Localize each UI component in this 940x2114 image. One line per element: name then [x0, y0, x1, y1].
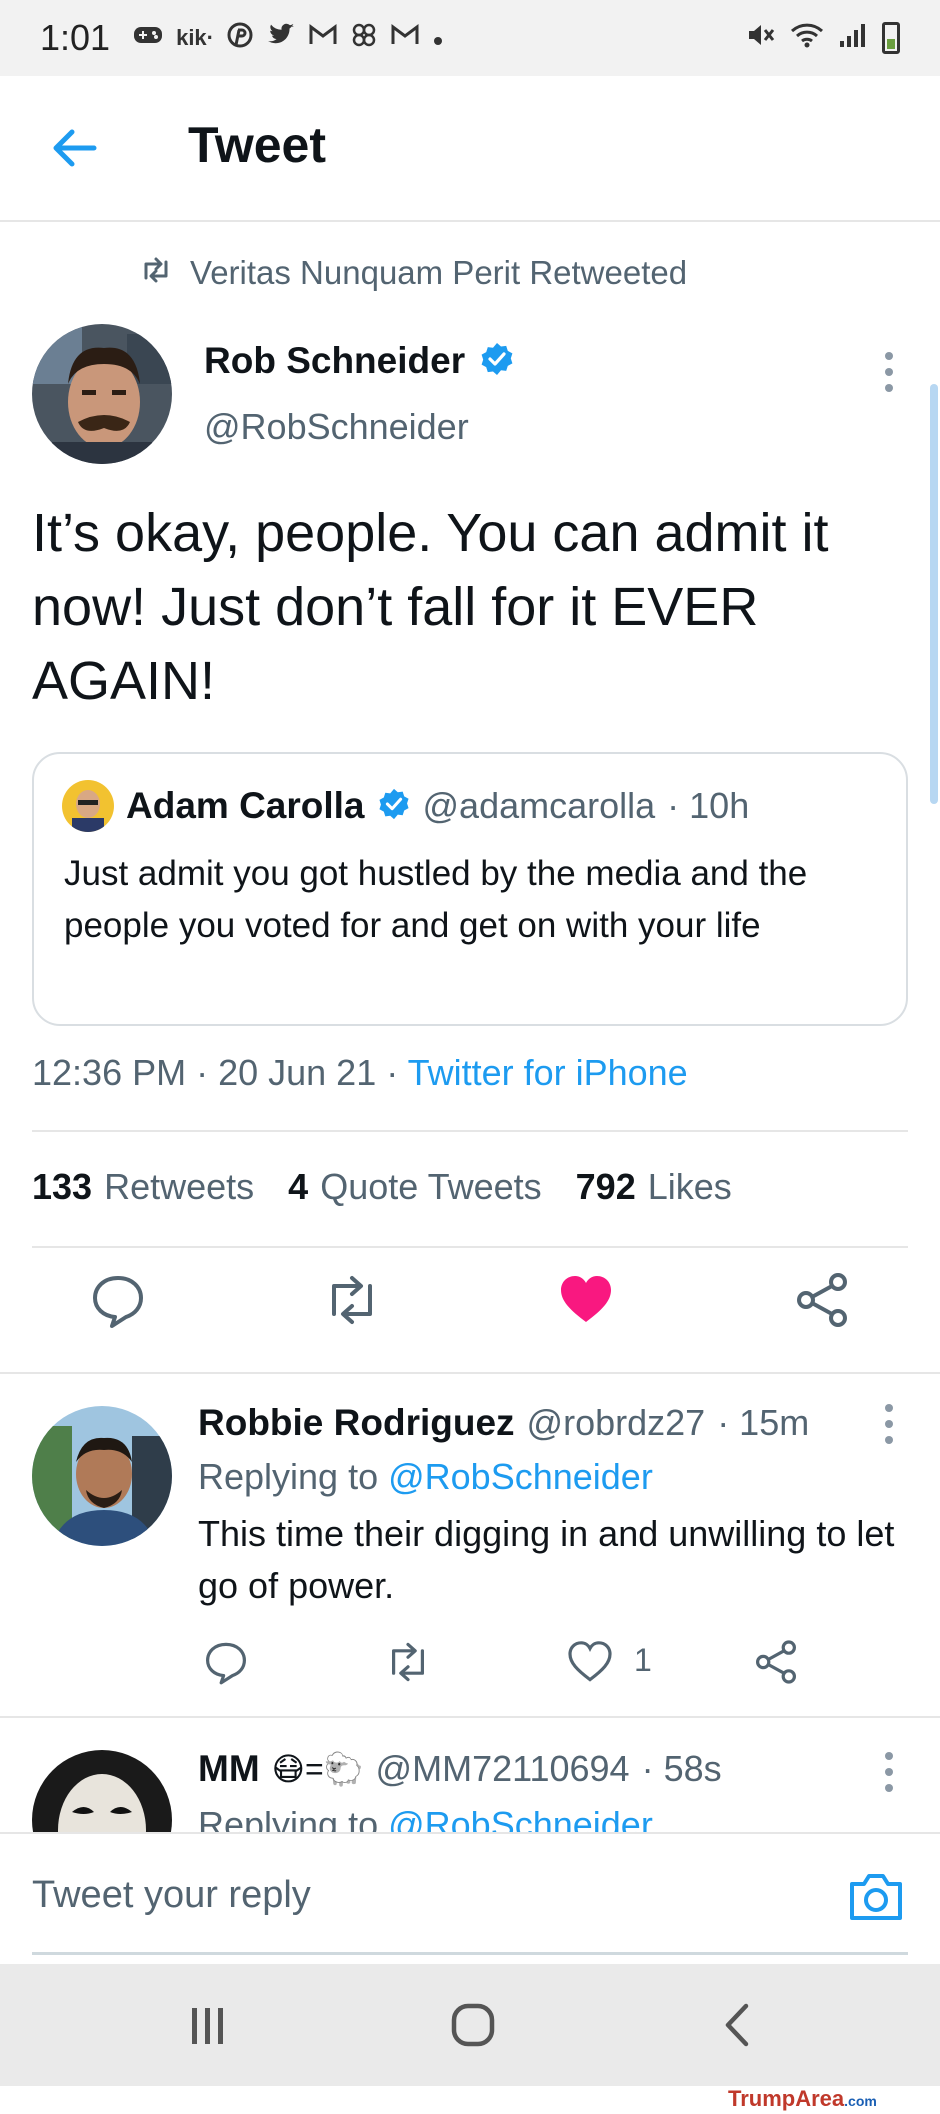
twitter-icon — [266, 22, 296, 55]
reply-mention-link[interactable]: @RobSchneider — [388, 1456, 653, 1497]
name-emoji: 😷=🐑 — [271, 1751, 364, 1787]
avatar[interactable] — [32, 1406, 172, 1546]
reply-actions: 1 — [198, 1638, 918, 1688]
gmail-icon — [308, 22, 338, 54]
like-icon[interactable] — [566, 1638, 614, 1686]
reply-author-name: Robbie Rodriguez — [198, 1402, 515, 1443]
retweet-icon[interactable] — [322, 1270, 382, 1330]
notification-icons: kik· — [132, 21, 444, 56]
reply-author-handle: @MM72110694 — [375, 1748, 630, 1789]
arrow-left-icon[interactable] — [46, 120, 102, 176]
kik-icon: kik· — [176, 25, 214, 50]
share-icon[interactable] — [752, 1638, 800, 1686]
likes-stat[interactable]: 792 Likes — [576, 1166, 732, 1208]
reply-icon[interactable] — [202, 1638, 250, 1686]
divider — [32, 1130, 908, 1132]
avatar[interactable] — [32, 324, 172, 464]
reply-icon[interactable] — [88, 1270, 148, 1330]
author-handle[interactable]: @RobSchneider — [204, 406, 469, 448]
avatar[interactable] — [32, 1750, 172, 1832]
retweeted-by[interactable]: Veritas Nunquam Perit Retweeted — [140, 254, 687, 292]
pinterest-icon — [226, 21, 254, 56]
quote-text: Just admit you got hustled by the media … — [64, 854, 808, 945]
dot-icon — [432, 22, 444, 54]
reply-author-row[interactable]: MM 😷=🐑 @MM72110694 · 58s — [198, 1748, 722, 1790]
mute-icon — [746, 21, 776, 56]
quote-header: Adam Carolla @adamcarolla · 10h — [62, 780, 749, 832]
reply-mention-link[interactable]: @RobSchneider — [388, 1804, 653, 1832]
retweet-icon — [140, 254, 172, 292]
home-icon[interactable] — [450, 2002, 496, 2053]
tweet-source-link[interactable]: Twitter for iPhone — [408, 1052, 688, 1093]
scrollbar[interactable] — [930, 384, 938, 804]
pinwheel-icon — [350, 21, 378, 56]
quote-author-handle: @adamcarolla — [422, 785, 656, 826]
retweets-stat[interactable]: 133 Retweets — [32, 1166, 254, 1208]
input-underline — [32, 1952, 908, 1955]
divider — [0, 1372, 940, 1374]
gmail-icon — [390, 22, 420, 54]
tweet-meta: 12:36 PM · 20 Jun 21 · Twitter for iPhon… — [32, 1052, 688, 1094]
retweeted-by-label: Veritas Nunquam Perit Retweeted — [190, 254, 688, 291]
reply-composer: Tweet your reply — [0, 1832, 940, 1964]
quote-time: · 10h — [667, 785, 750, 826]
status-bar: 1:01 kik· — [0, 0, 940, 76]
tweet-stats: 133 Retweets 4 Quote Tweets 792 Likes — [32, 1166, 732, 1208]
reply-author-name: MM — [198, 1748, 260, 1789]
like-icon[interactable] — [556, 1270, 616, 1330]
battery-icon — [882, 22, 900, 54]
share-icon[interactable] — [792, 1270, 852, 1330]
reply-item: MM 😷=🐑 @MM72110694 · 58s Replying to @Ro… — [0, 1718, 940, 1832]
status-time: 1:01 — [40, 17, 111, 58]
tweet-timestamp: 12:36 PM · 20 Jun 21 · — [32, 1052, 408, 1093]
quote-author-name: Adam Carolla — [126, 785, 365, 826]
author-name-row[interactable]: Rob Schneider — [204, 340, 515, 382]
quote-avatar[interactable] — [62, 780, 114, 832]
wifi-icon — [790, 21, 824, 56]
tweet-text: It’s okay, people. You can admit it now!… — [32, 503, 829, 711]
more-options-icon[interactable] — [882, 1752, 896, 1800]
watermark: TrumpArea.com — [728, 2086, 877, 2111]
verified-badge-icon — [479, 341, 515, 382]
camera-icon[interactable] — [848, 1870, 904, 1922]
reply-time: · 15m — [717, 1402, 810, 1443]
system-icons — [746, 21, 900, 56]
author-name: Rob Schneider — [204, 340, 466, 381]
reply-author-handle: @robrdz27 — [526, 1402, 706, 1443]
system-navbar — [0, 1964, 940, 2086]
tweet-actions — [0, 1270, 940, 1350]
divider — [32, 1246, 908, 1248]
like-count: 1 — [634, 1642, 652, 1678]
more-options-icon[interactable] — [882, 352, 896, 400]
reply-time: · 58s — [641, 1748, 722, 1789]
app-header: Tweet — [0, 76, 940, 222]
more-options-icon[interactable] — [882, 1404, 896, 1452]
reply-author-row[interactable]: Robbie Rodriguez @robrdz27 · 15m — [198, 1402, 809, 1444]
recent-apps-icon[interactable] — [186, 2004, 230, 2053]
quoted-tweet[interactable]: Adam Carolla @adamcarolla · 10h Just adm… — [32, 752, 908, 1026]
verified-badge-icon — [377, 787, 411, 826]
replying-to: Replying to @RobSchneider — [198, 1456, 653, 1497]
reply-input[interactable]: Tweet your reply — [32, 1874, 311, 1917]
reply-text: This time their digging in and unwilling… — [198, 1513, 895, 1606]
page-title: Tweet — [188, 117, 326, 173]
retweet-icon[interactable] — [384, 1638, 432, 1686]
signal-icon — [838, 21, 868, 56]
quote-tweets-stat[interactable]: 4 Quote Tweets — [288, 1166, 542, 1208]
game-icon — [132, 22, 164, 54]
back-nav-icon[interactable] — [718, 2002, 758, 2053]
replying-to: Replying to @RobSchneider — [198, 1804, 653, 1832]
